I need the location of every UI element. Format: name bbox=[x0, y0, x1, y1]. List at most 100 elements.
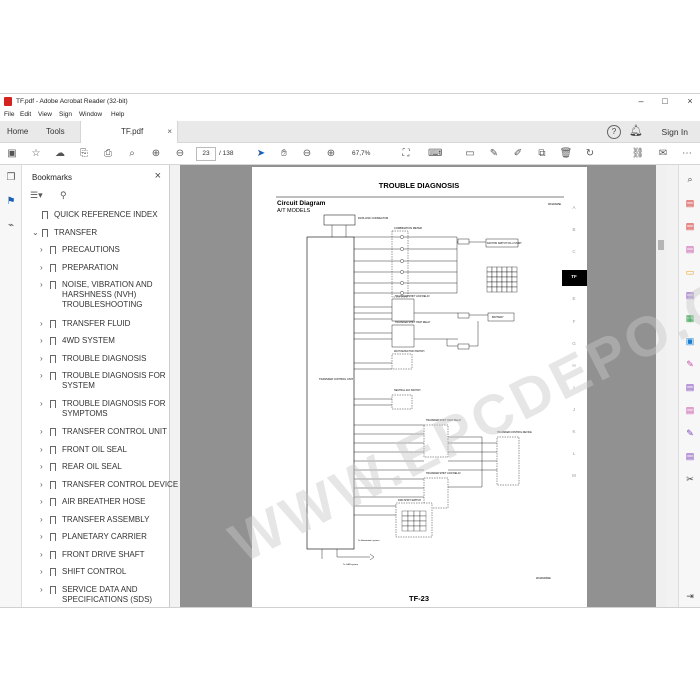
print-icon[interactable]: ⎙ bbox=[101, 147, 115, 161]
document-scrollbar[interactable] bbox=[656, 165, 666, 607]
send-sign-icon[interactable]: ▤ bbox=[684, 381, 696, 393]
delete-icon[interactable]: 🗑︎ bbox=[559, 147, 573, 161]
bookmark-item[interactable]: › NOISE, VIBRATION AND HARSHNESS (NVH) TR… bbox=[40, 280, 153, 310]
bookmark-item[interactable]: › 4WD SYSTEM bbox=[40, 336, 115, 346]
bookmark-star-icon[interactable]: ☆ bbox=[29, 147, 43, 161]
menu-sign[interactable]: Sign bbox=[59, 111, 72, 118]
bookmark-item[interactable]: › PRECAUTIONS bbox=[40, 245, 120, 255]
chevron-right-icon[interactable]: › bbox=[40, 445, 48, 455]
scan-icon[interactable]: ▣ bbox=[684, 335, 696, 347]
tab-tools[interactable]: Tools bbox=[46, 121, 65, 143]
hand-tool-icon[interactable]: ✋︎ bbox=[277, 147, 291, 161]
tab-close-icon[interactable]: × bbox=[167, 121, 172, 143]
chevron-right-icon[interactable]: › bbox=[40, 371, 48, 381]
bookmark-item[interactable]: › TROUBLE DIAGNOSIS FOR SYMPTOMS bbox=[40, 399, 166, 419]
draw-icon[interactable]: ✐ bbox=[511, 147, 525, 161]
more-tools-wrench-icon[interactable]: ✂ bbox=[684, 473, 696, 485]
prepare-form-icon[interactable]: ✎ bbox=[684, 427, 696, 439]
bell-icon[interactable]: 🔔︎ bbox=[629, 125, 643, 139]
bookmark-options-icon[interactable]: ☰▾ bbox=[30, 190, 43, 201]
select-cursor-icon[interactable]: ➤ bbox=[254, 147, 268, 161]
minimize-icon[interactable]: – bbox=[634, 95, 648, 107]
fill-sign-icon[interactable]: ✎ bbox=[684, 358, 696, 370]
bookmark-item[interactable]: › REAR OIL SEAL bbox=[40, 462, 122, 472]
chevron-right-icon[interactable]: › bbox=[40, 480, 48, 490]
page-thumbnails-icon[interactable]: ❐ bbox=[5, 172, 17, 184]
export-pdf-icon[interactable]: ▤ bbox=[684, 197, 696, 209]
tab-home[interactable]: Home bbox=[7, 121, 28, 143]
document-scroll-thumb[interactable] bbox=[658, 240, 664, 250]
rotate-icon[interactable]: ↻ bbox=[583, 147, 597, 161]
chevron-right-icon[interactable]: › bbox=[40, 319, 48, 329]
zoom-in-icon[interactable]: ⊕ bbox=[324, 147, 338, 161]
chevron-right-icon[interactable]: › bbox=[40, 532, 48, 542]
bookmark-item[interactable]: › FRONT DRIVE SHAFT bbox=[40, 550, 145, 560]
highlight-pen-icon[interactable]: ✎ bbox=[487, 147, 501, 161]
cloud-upload-icon[interactable]: ☁ bbox=[53, 147, 67, 161]
menu-window[interactable]: Window bbox=[79, 111, 102, 118]
bookmark-item[interactable]: › FRONT OIL SEAL bbox=[40, 445, 127, 455]
menu-file[interactable]: File bbox=[4, 111, 14, 118]
bookmark-item[interactable]: › SHIFT CONTROL bbox=[40, 567, 126, 577]
chevron-right-icon[interactable]: › bbox=[40, 280, 48, 290]
tab-document[interactable]: TF.pdf × bbox=[80, 121, 178, 143]
zoom-level[interactable]: 67,7% bbox=[352, 150, 370, 157]
save-icon[interactable]: ▣ bbox=[5, 147, 19, 161]
chevron-right-icon[interactable]: › bbox=[40, 515, 48, 525]
chevron-right-icon[interactable]: › bbox=[40, 427, 48, 437]
maximize-icon[interactable]: □ bbox=[658, 95, 672, 107]
attachments-icon[interactable]: ⌁ bbox=[5, 220, 17, 232]
zoom-out-icon[interactable]: ⊖ bbox=[300, 147, 314, 161]
menu-view[interactable]: View bbox=[38, 111, 52, 118]
fit-page-icon[interactable]: ⛶ bbox=[399, 147, 413, 161]
page-number-input[interactable]: 23 bbox=[196, 147, 216, 161]
comment-tool-icon[interactable]: ▭ bbox=[684, 266, 696, 278]
bookmark-item[interactable]: QUICK REFERENCE INDEX bbox=[42, 210, 158, 220]
bookmark-item[interactable]: › TROUBLE DIAGNOSIS bbox=[40, 354, 146, 364]
bookmark-item[interactable]: › TRANSFER ASSEMBLY bbox=[40, 515, 149, 525]
edit-pdf-icon[interactable]: ▤ bbox=[684, 243, 696, 255]
menu-edit[interactable]: Edit bbox=[20, 111, 31, 118]
chevron-right-icon[interactable]: › bbox=[40, 567, 48, 577]
help-icon[interactable]: ? bbox=[607, 125, 621, 139]
find-icon[interactable]: ⌕ bbox=[125, 147, 139, 161]
keyboard-icon[interactable]: ⌨ bbox=[428, 147, 442, 161]
search-icon[interactable]: ⌕ bbox=[684, 173, 696, 185]
bookmark-item[interactable]: › AIR BREATHER HOSE bbox=[40, 497, 145, 507]
chevron-right-icon[interactable]: › bbox=[40, 497, 48, 507]
comment-icon[interactable]: ▭ bbox=[463, 147, 477, 161]
bookmark-item[interactable]: › TROUBLE DIAGNOSIS FOR SYSTEM bbox=[40, 371, 166, 391]
bookmark-item[interactable]: ⌄ TRANSFER bbox=[32, 228, 97, 238]
next-page-icon[interactable]: ⊖ bbox=[173, 147, 187, 161]
find-bookmark-icon[interactable]: ⚲ bbox=[60, 190, 67, 201]
sign-in-link[interactable]: Sign In bbox=[662, 121, 688, 143]
chevron-right-icon[interactable]: › bbox=[40, 550, 48, 560]
chevron-down-icon[interactable]: ⌄ bbox=[32, 228, 40, 238]
link-icon[interactable]: ⛓ bbox=[631, 147, 645, 161]
protect-icon[interactable]: ▤ bbox=[684, 404, 696, 416]
chevron-right-icon[interactable]: › bbox=[40, 399, 48, 409]
share-file-icon[interactable]: ⎘ bbox=[77, 147, 91, 161]
stamp-icon[interactable]: ⧉ bbox=[535, 147, 549, 161]
bookmark-item[interactable]: › PLANETARY CARRIER bbox=[40, 532, 147, 542]
bookmarks-panel-icon[interactable]: ⚑ bbox=[5, 196, 17, 208]
organize-pages-icon[interactable]: ▦ bbox=[684, 312, 696, 324]
previous-page-icon[interactable]: ⊕ bbox=[149, 147, 163, 161]
chevron-right-icon[interactable]: › bbox=[40, 462, 48, 472]
bookmark-item[interactable]: › TRANSFER CONTROL UNIT bbox=[40, 427, 167, 437]
bookmark-item[interactable]: › TRANSFER FLUID bbox=[40, 319, 130, 329]
certificates-icon[interactable]: ▤ bbox=[684, 450, 696, 462]
chevron-right-icon[interactable]: › bbox=[40, 245, 48, 255]
close-icon[interactable]: × bbox=[683, 95, 697, 107]
chevron-right-icon[interactable]: › bbox=[40, 585, 48, 595]
create-pdf-icon[interactable]: ▤ bbox=[684, 220, 696, 232]
bookmark-item[interactable]: › SERVICE DATA AND SPECIFICATIONS (SDS) bbox=[40, 585, 152, 605]
chevron-right-icon[interactable]: › bbox=[40, 263, 48, 273]
email-icon[interactable]: ✉ bbox=[656, 147, 670, 161]
bookmark-item[interactable]: › PREPARATION bbox=[40, 263, 118, 273]
menu-help[interactable]: Help bbox=[111, 111, 124, 118]
bookmark-item[interactable]: › TRANSFER CONTROL DEVICE bbox=[40, 480, 178, 490]
bookmarks-close-icon[interactable]: × bbox=[155, 170, 161, 182]
chevron-right-icon[interactable]: › bbox=[40, 354, 48, 364]
more-tools-icon[interactable]: ⋯ bbox=[680, 147, 694, 161]
